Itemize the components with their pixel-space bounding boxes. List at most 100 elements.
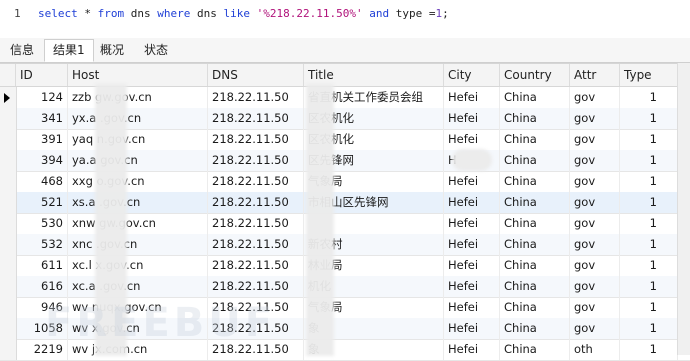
cell-host[interactable]: xxg o.gov.cn — [68, 171, 208, 192]
row-selector[interactable] — [0, 339, 17, 360]
sql-editor[interactable]: 1 select * from dns where dns like '%218… — [0, 0, 690, 36]
cell-country[interactable]: China — [500, 150, 570, 171]
cell-country[interactable]: China — [500, 192, 570, 213]
cell-attr[interactable]: gov — [570, 150, 620, 171]
cell-host[interactable]: yx.a .gov.cn — [68, 108, 208, 129]
cell-type[interactable]: 1 — [620, 318, 678, 339]
cell-dns[interactable]: 218.22.11.50 — [208, 171, 304, 192]
cell-dns[interactable]: 218.22.11.50 — [208, 213, 304, 234]
cell-type[interactable]: 1 — [620, 255, 678, 276]
row-selector[interactable] — [0, 234, 17, 255]
cell-type[interactable]: 1 — [620, 150, 678, 171]
cell-host[interactable]: xnc .gov.cn — [68, 234, 208, 255]
cell-country[interactable]: China — [500, 276, 570, 297]
row-selector[interactable] — [0, 276, 17, 297]
row-selector[interactable] — [0, 171, 17, 192]
cell-host[interactable]: ya.a gov.cn — [68, 150, 208, 171]
cell-attr[interactable]: gov — [570, 318, 620, 339]
row-selector[interactable] — [0, 108, 17, 129]
column-header-host[interactable]: Host — [68, 64, 208, 86]
cell-country[interactable]: China — [500, 339, 570, 360]
cell-type[interactable]: 1 — [620, 276, 678, 297]
cell-id[interactable]: 521 — [16, 192, 68, 213]
cell-type[interactable]: 1 — [620, 192, 678, 213]
row-selector[interactable] — [0, 150, 17, 171]
cell-host[interactable]: zzb gw.gov.cn — [68, 87, 208, 108]
cell-attr[interactable]: gov — [570, 129, 620, 150]
column-header-country[interactable]: Country — [500, 64, 570, 86]
column-header-dns[interactable]: DNS — [208, 64, 304, 86]
cell-country[interactable]: China — [500, 171, 570, 192]
cell-type[interactable]: 1 — [620, 339, 678, 360]
cell-country[interactable]: China — [500, 297, 570, 318]
cell-type[interactable]: 1 — [620, 297, 678, 318]
row-selector[interactable] — [0, 297, 17, 318]
cell-country[interactable]: China — [500, 213, 570, 234]
column-header-type[interactable]: Type — [620, 64, 678, 86]
cell-city[interactable]: Hefei — [444, 192, 500, 213]
cell-city[interactable]: Hefei — [444, 339, 500, 360]
cell-country[interactable]: China — [500, 255, 570, 276]
cell-country[interactable]: China — [500, 87, 570, 108]
cell-dns[interactable]: 218.22.11.50 — [208, 276, 304, 297]
cell-country[interactable]: China — [500, 234, 570, 255]
cell-dns[interactable]: 218.22.11.50 — [208, 87, 304, 108]
cell-country[interactable]: China — [500, 318, 570, 339]
cell-city[interactable]: Hefei — [444, 213, 500, 234]
row-selector[interactable] — [0, 318, 17, 339]
cell-attr[interactable]: gov — [570, 276, 620, 297]
column-header-title[interactable]: Title — [304, 64, 444, 86]
row-selector[interactable] — [0, 255, 17, 276]
cell-host[interactable]: xc.a .gov.cn — [68, 276, 208, 297]
cell-dns[interactable]: 218.22.11.50 — [208, 255, 304, 276]
cell-type[interactable]: 1 — [620, 108, 678, 129]
cell-city[interactable]: Hefei — [444, 129, 500, 150]
tab-result1[interactable]: 结果1 — [44, 39, 94, 62]
cell-attr[interactable]: gov — [570, 87, 620, 108]
column-header-attr[interactable]: Attr — [570, 64, 620, 86]
cell-city[interactable]: Hefei — [444, 108, 500, 129]
row-selector[interactable] — [0, 213, 17, 234]
tab-info[interactable]: 信息 — [2, 40, 42, 61]
cell-attr[interactable]: gov — [570, 234, 620, 255]
cell-host[interactable]: xc.l x.gov.cn — [68, 255, 208, 276]
tab-overview[interactable]: 概况 — [92, 40, 132, 61]
row-selector[interactable] — [0, 87, 17, 108]
cell-city[interactable]: Hefei — [444, 171, 500, 192]
cell-host[interactable]: xs.a .gov.cn — [68, 192, 208, 213]
cell-city[interactable]: Hefei — [444, 255, 500, 276]
column-header-id[interactable]: ID — [16, 64, 68, 86]
cell-country[interactable]: China — [500, 108, 570, 129]
sql-query-text[interactable]: select * from dns where dns like '%218.2… — [38, 7, 449, 20]
cell-dns[interactable]: 218.22.11.50 — [208, 129, 304, 150]
cell-id[interactable]: 532 — [16, 234, 68, 255]
cell-host[interactable]: yaq n.gov.cn — [68, 129, 208, 150]
cell-id[interactable]: 611 — [16, 255, 68, 276]
cell-id[interactable]: 468 — [16, 171, 68, 192]
cell-attr[interactable]: gov — [570, 192, 620, 213]
cell-id[interactable]: 394 — [16, 150, 68, 171]
cell-id[interactable]: 616 — [16, 276, 68, 297]
cell-host[interactable]: xnw gw.gov.cn — [68, 213, 208, 234]
cell-attr[interactable]: gov — [570, 255, 620, 276]
cell-city[interactable]: Hefei — [444, 234, 500, 255]
column-header-city[interactable]: City — [444, 64, 500, 86]
cell-id[interactable]: 341 — [16, 108, 68, 129]
cell-attr[interactable]: gov — [570, 213, 620, 234]
cell-dns[interactable]: 218.22.11.50 — [208, 234, 304, 255]
cell-city[interactable]: Hefei — [444, 87, 500, 108]
cell-id[interactable]: 124 — [16, 87, 68, 108]
cell-city[interactable]: Hefei — [444, 297, 500, 318]
vertical-scrollbar[interactable] — [677, 63, 690, 355]
cell-dns[interactable]: 218.22.11.50 — [208, 150, 304, 171]
cell-country[interactable]: China — [500, 129, 570, 150]
cell-id[interactable]: 391 — [16, 129, 68, 150]
cell-attr[interactable]: gov — [570, 171, 620, 192]
cell-dns[interactable]: 218.22.11.50 — [208, 108, 304, 129]
cell-city[interactable]: Hefei — [444, 276, 500, 297]
cell-type[interactable]: 1 — [620, 87, 678, 108]
cell-type[interactable]: 1 — [620, 234, 678, 255]
cell-id[interactable]: 530 — [16, 213, 68, 234]
row-selector[interactable] — [0, 129, 17, 150]
cell-attr[interactable]: gov — [570, 297, 620, 318]
